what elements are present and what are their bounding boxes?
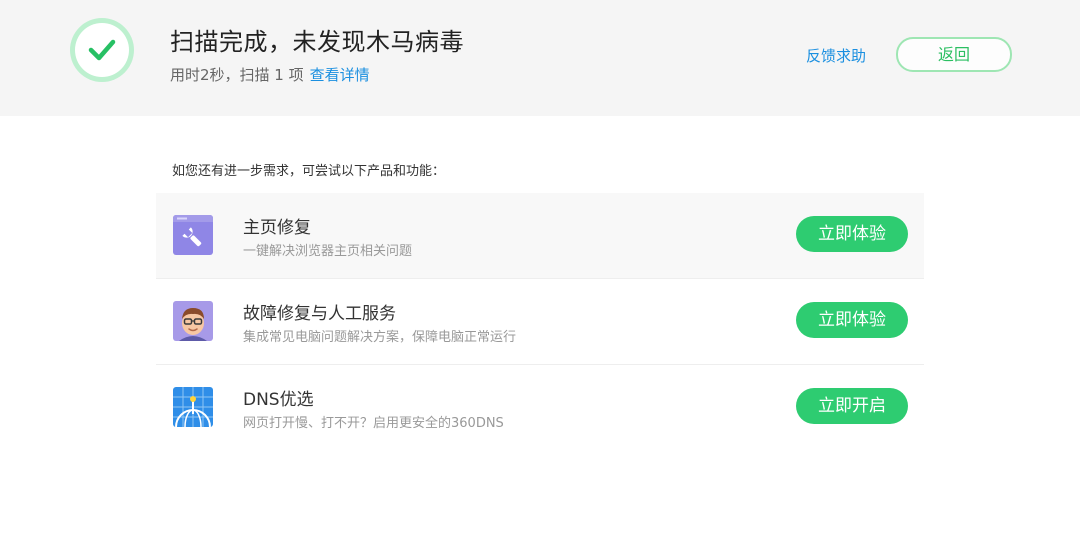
check-icon bbox=[88, 39, 116, 61]
recommendation-intro: 如您还有进一步需求，可尝试以下产品和功能： bbox=[172, 164, 446, 179]
product-name: 故障修复与人工服务 bbox=[243, 304, 396, 324]
scan-status-badge bbox=[70, 18, 134, 82]
globe-network-icon bbox=[173, 387, 213, 427]
result-header: 扫描完成，未发现木马病毒 用时2秒，扫描 1 项查看详情 反馈求助 返回 bbox=[0, 0, 1080, 116]
product-row-homepage-repair: 主页修复 一键解决浏览器主页相关问题 立即体验 bbox=[156, 193, 924, 279]
scan-summary: 用时2秒，扫描 1 项查看详情 bbox=[170, 64, 370, 85]
product-description: 网页打开慢、打不开？启用更安全的360DNS bbox=[243, 416, 504, 431]
try-now-button[interactable]: 立即体验 bbox=[796, 302, 908, 338]
try-now-button[interactable]: 立即体验 bbox=[796, 216, 908, 252]
enable-now-button[interactable]: 立即开启 bbox=[796, 388, 908, 424]
product-name: DNS优选 bbox=[243, 390, 314, 410]
feedback-link[interactable]: 反馈求助 bbox=[806, 45, 866, 66]
technician-avatar-icon bbox=[173, 301, 213, 341]
scan-summary-text: 用时2秒，扫描 1 项 bbox=[170, 66, 304, 84]
view-details-link[interactable]: 查看详情 bbox=[310, 66, 370, 84]
back-button[interactable]: 返回 bbox=[896, 37, 1012, 72]
product-row-repair-service: 故障修复与人工服务 集成常见电脑问题解决方案，保障电脑正常运行 立即体验 bbox=[156, 279, 924, 365]
product-name: 主页修复 bbox=[243, 218, 311, 238]
page-title: 扫描完成，未发现木马病毒 bbox=[170, 28, 464, 56]
product-description: 一键解决浏览器主页相关问题 bbox=[243, 244, 413, 259]
product-row-dns-optimize: DNS优选 网页打开慢、打不开？启用更安全的360DNS 立即开启 bbox=[156, 365, 924, 450]
wrench-icon bbox=[173, 215, 213, 255]
product-description: 集成常见电脑问题解决方案，保障电脑正常运行 bbox=[243, 330, 517, 345]
